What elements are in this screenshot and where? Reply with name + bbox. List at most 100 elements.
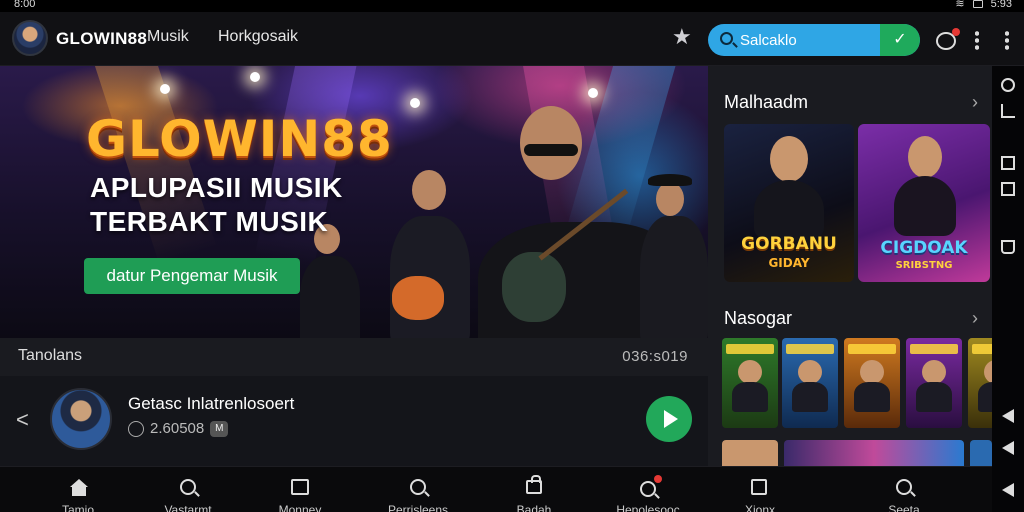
- bottom-nav-item-square[interactable]: Xionx: [700, 467, 820, 512]
- artist-body: [894, 176, 956, 236]
- playlist-poster[interactable]: [844, 338, 900, 428]
- artist-portrait: [908, 136, 942, 178]
- avatar[interactable]: [12, 20, 48, 56]
- section-title-2: Nasogar: [724, 308, 793, 328]
- chevron-down-icon[interactable]: ✓: [880, 24, 920, 56]
- album-card-subtitle: GIDAY: [768, 256, 810, 270]
- bottom-nav-item-search[interactable]: Vastarmt: [128, 467, 248, 512]
- back-triangle-icon[interactable]: [1002, 441, 1014, 455]
- band-member-head: [412, 170, 446, 210]
- bottom-nav-label: Hepolesooc: [616, 503, 680, 512]
- bottom-nav-label: Perrisleens: [387, 503, 449, 512]
- sunglasses: [524, 144, 578, 156]
- stage-light: [250, 72, 260, 82]
- playlist-poster[interactable]: [722, 338, 778, 428]
- bottom-navigation: Tamio Vastarmt Monney Perrisleens Badah …: [0, 466, 992, 512]
- search-icon: [720, 32, 733, 45]
- star-icon[interactable]: ★: [672, 26, 692, 48]
- artist-body: [754, 180, 824, 240]
- poster-portrait: [738, 360, 762, 384]
- playlist-poster[interactable]: [970, 440, 992, 466]
- poster-banner: [972, 344, 992, 354]
- hero-title: GLOWIN88: [86, 110, 393, 168]
- bag-icon: [526, 475, 542, 494]
- now-playing-artwork[interactable]: [50, 388, 112, 450]
- bottom-nav-label: Seeta: [888, 503, 920, 512]
- bottom-nav-item-library[interactable]: Monney: [240, 467, 360, 512]
- guitar-image: [502, 252, 566, 322]
- poster-portrait: [860, 360, 884, 384]
- box-icon[interactable]: [1001, 240, 1015, 254]
- hero-cta-button[interactable]: datur Pengemar Musik: [84, 258, 300, 294]
- chevron-right-icon[interactable]: ›: [972, 92, 978, 113]
- band-member-head: [656, 182, 684, 216]
- explicit-badge: M: [210, 420, 229, 437]
- artist-portrait: [770, 136, 808, 182]
- chevron-right-icon[interactable]: ›: [972, 308, 978, 329]
- compass-icon: [896, 479, 912, 495]
- playlist-poster[interactable]: [722, 440, 778, 466]
- poster-figure: [854, 382, 890, 412]
- hero-banner[interactable]: GLOWIN88 APLUPASII MUSIK TERBAKT MUSIK d…: [0, 66, 708, 338]
- play-button[interactable]: [646, 396, 692, 442]
- search-input[interactable]: [740, 30, 880, 50]
- bottom-nav-item-explore[interactable]: Seeta: [844, 467, 964, 512]
- playlist-poster[interactable]: [784, 440, 964, 466]
- bottom-nav-item-shop[interactable]: Badah: [474, 467, 594, 512]
- band-member-image: [640, 216, 708, 338]
- clock-icon[interactable]: [1001, 78, 1015, 92]
- playlist-poster[interactable]: [906, 338, 962, 428]
- square-icon: [751, 479, 767, 495]
- hero-subtitle-line2: TERBAKT MUSIK: [90, 206, 329, 237]
- square-icon[interactable]: [1001, 156, 1015, 170]
- now-playing-title[interactable]: Getasc Inlatrenlosoert: [128, 394, 294, 414]
- bottom-nav-item-home[interactable]: Tamio: [18, 467, 138, 512]
- right-panel: Malhaadm › GORBANU GIDAY CIGDOAK SRIBSTN…: [708, 66, 992, 466]
- status-time: 8:00: [14, 0, 36, 10]
- guitar-image: [392, 276, 444, 320]
- bottom-nav-label: Xionx: [744, 503, 776, 512]
- corner-icon[interactable]: [1001, 104, 1015, 118]
- playlist-poster[interactable]: [782, 338, 838, 428]
- more-vert-icon[interactable]: [975, 30, 979, 50]
- poster-banner: [786, 344, 834, 354]
- overflow-menu-icon[interactable]: [1005, 30, 1009, 50]
- bottom-nav-item-discover[interactable]: Perrisleens: [358, 467, 478, 512]
- bottom-nav-label: Badah: [516, 503, 552, 512]
- back-triangle-icon[interactable]: [1002, 483, 1014, 497]
- nav-link-second[interactable]: Horkgosaik: [218, 28, 298, 46]
- nav-link-musik[interactable]: Musik: [147, 28, 189, 46]
- playlist-poster[interactable]: [968, 338, 992, 428]
- stage-light: [160, 84, 170, 94]
- album-card[interactable]: GORBANU GIDAY: [724, 124, 854, 282]
- search-icon: [410, 479, 426, 495]
- checkbox-icon[interactable]: [1001, 182, 1015, 196]
- poster-banner: [726, 344, 774, 354]
- bottom-nav-label: Vastarmt: [164, 503, 212, 512]
- bottom-nav-item-notifications[interactable]: Hepolesooc: [588, 467, 708, 512]
- notification-badge: [654, 475, 662, 483]
- brand-logo[interactable]: GLOWIN88: [56, 29, 147, 49]
- album-card-title: CIGDOAK: [880, 238, 968, 258]
- hero-strip: Tanolans 036:s019: [0, 338, 708, 376]
- now-playing-bar[interactable]: < Getasc Inlatrenlosoert 2.60508 M: [0, 376, 708, 466]
- search-icon: [180, 479, 196, 495]
- wifi-icon: ≋: [955, 0, 965, 10]
- battery-icon: [972, 0, 983, 8]
- hero-subtitle-line1: APLUPASII MUSIK: [90, 172, 343, 203]
- back-triangle-icon[interactable]: [1002, 409, 1014, 423]
- battery-text: 5:93: [990, 0, 1012, 10]
- poster-portrait: [798, 360, 822, 384]
- chevron-left-icon[interactable]: <: [16, 407, 29, 433]
- bottom-nav-label: Monney: [278, 503, 322, 512]
- band-member-image: [300, 256, 360, 338]
- hero-strip-label: Tanolans: [18, 347, 83, 364]
- hero-strip-time: 036:s019: [622, 348, 688, 365]
- poster-figure: [978, 382, 992, 412]
- album-card-subtitle: SRIBSTNG: [895, 260, 953, 271]
- hat: [648, 174, 692, 186]
- poster-portrait: [984, 360, 992, 384]
- stage-light: [588, 88, 598, 98]
- search-bar[interactable]: ✓: [708, 24, 920, 56]
- album-card[interactable]: CIGDOAK SRIBSTNG: [858, 124, 990, 282]
